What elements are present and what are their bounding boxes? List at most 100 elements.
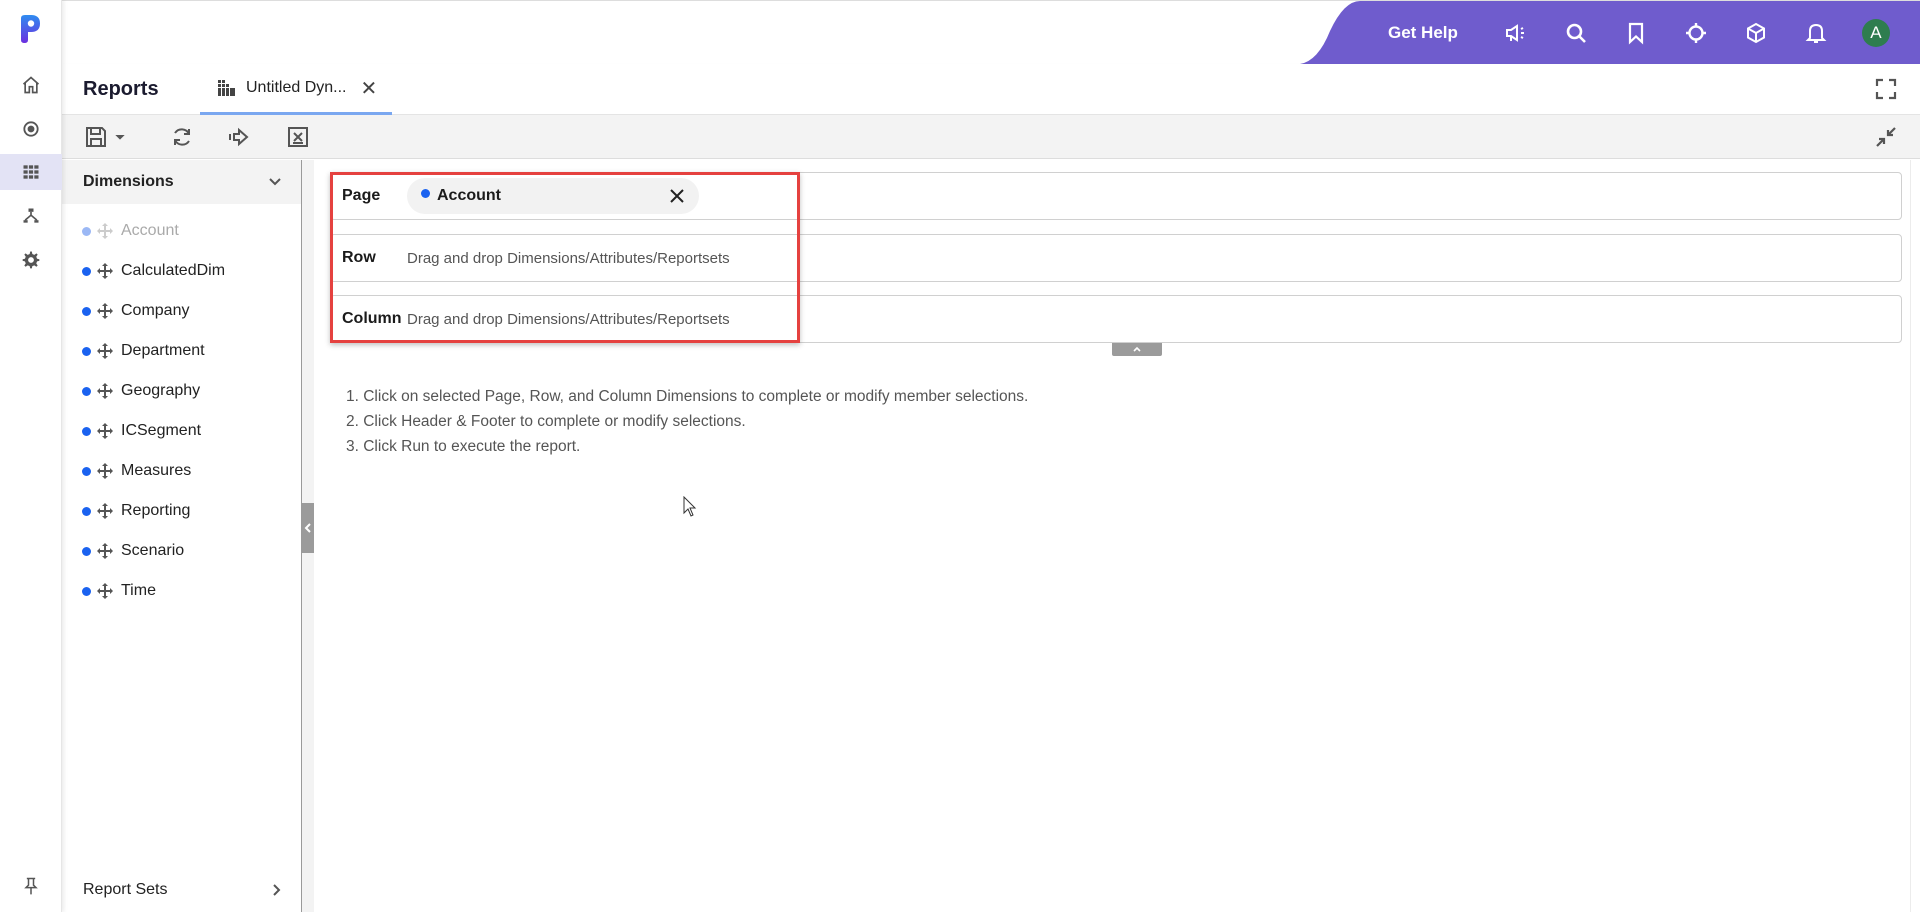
dimension-item[interactable]: Geography <box>82 379 200 403</box>
bookmarks-button[interactable] <box>1606 21 1666 45</box>
user-avatar[interactable]: A <box>1861 18 1890 47</box>
report-sets-label: Report Sets <box>83 881 168 898</box>
dimension-label: Geography <box>121 382 201 399</box>
rail-target[interactable] <box>0 111 62 147</box>
column-label: Column <box>342 310 402 327</box>
gear-icon <box>22 251 40 269</box>
panel-splitter[interactable] <box>302 160 314 912</box>
dimension-label: Department <box>121 342 205 359</box>
dimension-dot-icon <box>82 306 91 316</box>
header-utility-bar: Get Help A <box>1300 1 1920 64</box>
dimension-label: Time <box>121 582 156 599</box>
dimension-item[interactable]: Department <box>82 339 205 363</box>
dimension-item[interactable]: Measures <box>82 459 191 483</box>
dimension-item[interactable]: Scenario <box>82 539 184 563</box>
chevron-right-icon[interactable] <box>268 882 284 898</box>
rail-pin[interactable] <box>0 868 62 904</box>
page-dimension-chip[interactable]: Account <box>407 178 699 214</box>
dimension-label: Measures <box>121 462 192 479</box>
dimensions-panel: Dimensions Account CalculatedDim Company De… <box>62 160 302 912</box>
left-nav-rail <box>0 0 62 912</box>
dimension-item[interactable]: CalculatedDim <box>82 259 225 283</box>
dimension-label: Scenario <box>121 542 185 559</box>
drag-handle-icon[interactable] <box>97 383 113 399</box>
cube-icon <box>1746 22 1765 43</box>
hierarchy-icon <box>23 208 39 223</box>
report-sets-section[interactable]: Report Sets <box>62 868 302 912</box>
dimension-dot-icon <box>82 586 91 596</box>
drag-handle-icon[interactable] <box>97 423 113 439</box>
remove-chip-icon[interactable] <box>669 188 685 204</box>
circle-dot-icon <box>23 121 39 137</box>
announcements-button[interactable] <box>1486 21 1546 45</box>
search-button[interactable] <box>1546 21 1606 45</box>
instruction-item: 3. Click Run to execute the report. <box>346 438 581 455</box>
chevron-left-icon <box>304 523 311 533</box>
tab-label: Untitled Dyn... <box>246 79 347 96</box>
rail-settings[interactable] <box>0 242 62 278</box>
dimension-item[interactable]: Company <box>82 299 189 323</box>
caret-down-icon <box>115 135 125 140</box>
chip-label: Account <box>437 187 501 204</box>
title-row: Reports Untitled Dyn... ✕ <box>62 64 1920 115</box>
dimension-item[interactable]: Account <box>82 219 179 243</box>
rail-hierarchy[interactable] <box>0 198 62 234</box>
dimension-dot-icon <box>82 466 91 476</box>
drag-handle-icon[interactable] <box>97 463 113 479</box>
dimension-dot-icon <box>82 386 91 396</box>
dimension-item[interactable]: Time <box>82 579 156 603</box>
dimension-dot-icon <box>82 266 91 276</box>
report-toolbar <box>62 115 1920 159</box>
dimensions-title: Dimensions <box>83 173 174 190</box>
collapse-panel-handle[interactable] <box>302 503 314 553</box>
rail-reports[interactable] <box>0 154 62 190</box>
megaphone-icon <box>1505 23 1524 42</box>
page-label: Page <box>342 187 381 204</box>
column-drop-zone[interactable]: Column Drag and drop Dimensions/Attribut… <box>330 295 1902 343</box>
run-button[interactable] <box>227 125 251 149</box>
drag-handle-icon[interactable] <box>97 583 113 599</box>
drag-handle-icon[interactable] <box>97 503 113 519</box>
rail-home[interactable] <box>0 67 62 103</box>
dimension-item[interactable]: ICSegment <box>82 419 201 443</box>
get-help-link[interactable]: Get Help <box>1388 23 1458 43</box>
navigator-button[interactable] <box>1666 21 1726 45</box>
search-icon <box>1566 23 1586 43</box>
dimensions-header[interactable]: Dimensions <box>62 160 301 204</box>
collapse-layout-button[interactable] <box>1112 343 1162 356</box>
dimension-dot-icon <box>82 506 91 516</box>
minimize-icon[interactable] <box>1875 126 1897 148</box>
page-drop-zone[interactable]: Page Account <box>330 172 1902 220</box>
drag-handle-icon[interactable] <box>97 303 113 319</box>
clear-format-button[interactable] <box>286 125 310 149</box>
home-icon <box>22 76 40 94</box>
save-icon <box>86 127 106 147</box>
tab-close-icon[interactable]: ✕ <box>360 76 377 101</box>
row-hint: Drag and drop Dimensions/Attributes/Repo… <box>407 249 730 267</box>
dimension-label: CalculatedDim <box>121 262 226 279</box>
run-arrow-icon <box>229 127 249 147</box>
dimension-dot-icon <box>82 546 91 556</box>
scroll-edge <box>1910 160 1911 912</box>
drag-handle-icon[interactable] <box>97 223 113 239</box>
clear-format-icon <box>288 127 308 147</box>
notifications-button[interactable] <box>1786 21 1846 45</box>
dimension-dot-icon <box>82 426 91 436</box>
dimension-item[interactable]: Reporting <box>82 499 190 523</box>
drag-handle-icon[interactable] <box>97 343 113 359</box>
fullscreen-icon[interactable] <box>1875 78 1897 100</box>
app-logo[interactable] <box>18 14 42 44</box>
dimension-dot-icon <box>421 188 430 198</box>
drag-handle-icon[interactable] <box>97 263 113 279</box>
tab-untitled-dynamic-report[interactable]: Untitled Dyn... ✕ <box>200 64 392 115</box>
refresh-button[interactable] <box>170 125 194 149</box>
save-menu-button[interactable] <box>84 125 128 149</box>
dimension-dot-icon <box>82 346 91 356</box>
drag-handle-icon[interactable] <box>97 543 113 559</box>
dimension-label: Account <box>121 222 179 239</box>
mouse-cursor <box>683 496 697 517</box>
row-drop-zone[interactable]: Row Drag and drop Dimensions/Attributes/… <box>330 234 1902 282</box>
chevron-down-icon[interactable] <box>267 174 283 190</box>
apps-button[interactable] <box>1726 21 1786 45</box>
instruction-item: 2. Click Header & Footer to complete or … <box>346 413 746 430</box>
